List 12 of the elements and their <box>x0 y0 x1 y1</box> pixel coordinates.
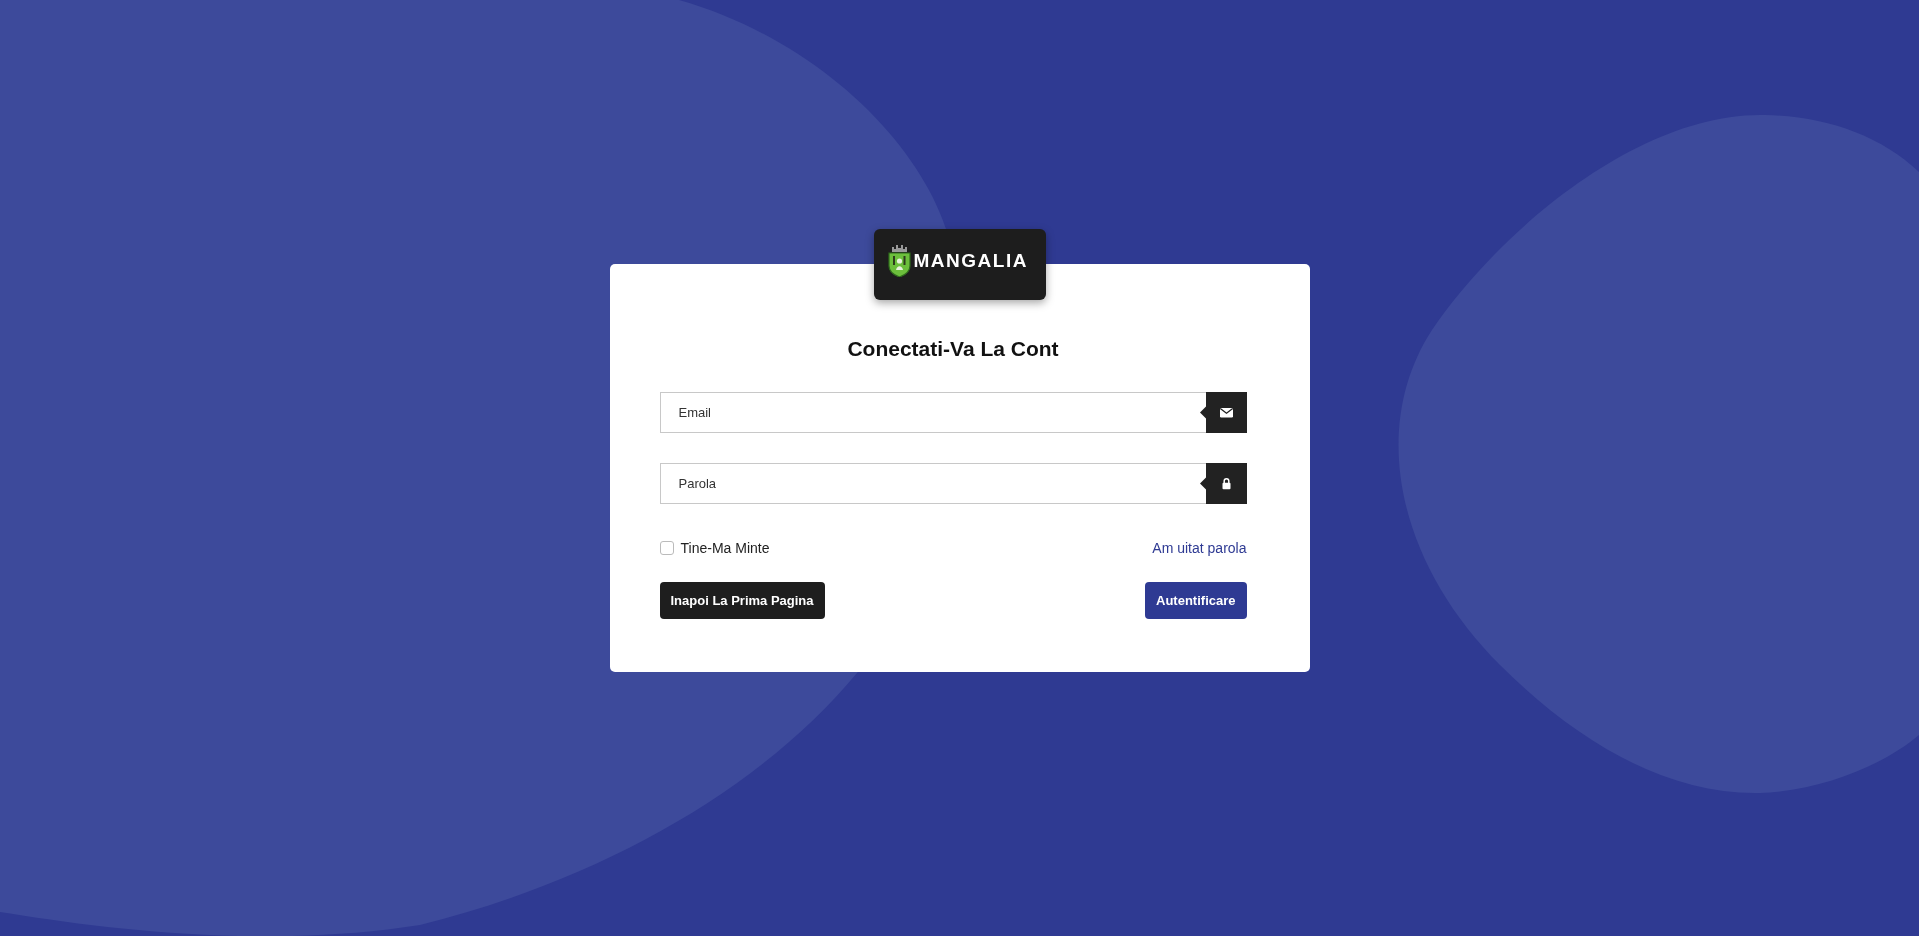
login-button[interactable]: Autentificare <box>1145 582 1247 619</box>
padlock-icon <box>1199 463 1247 504</box>
forgot-password-link[interactable]: Am uitat parola <box>1152 540 1247 556</box>
form-title: Conectati-Va La Cont <box>846 336 1060 362</box>
envelope-icon <box>1199 392 1247 433</box>
password-field[interactable]: Parola <box>659 463 1200 504</box>
shield-icon <box>887 244 911 277</box>
logo-text: MANGALIA <box>913 251 1028 270</box>
remember-label[interactable]: Tine-Ma Minte <box>680 540 770 556</box>
back-home-button[interactable]: Inapoi La Prima Pagina <box>659 582 825 619</box>
email-field[interactable]: Email <box>659 392 1200 433</box>
remember-checkbox[interactable] <box>659 541 674 555</box>
